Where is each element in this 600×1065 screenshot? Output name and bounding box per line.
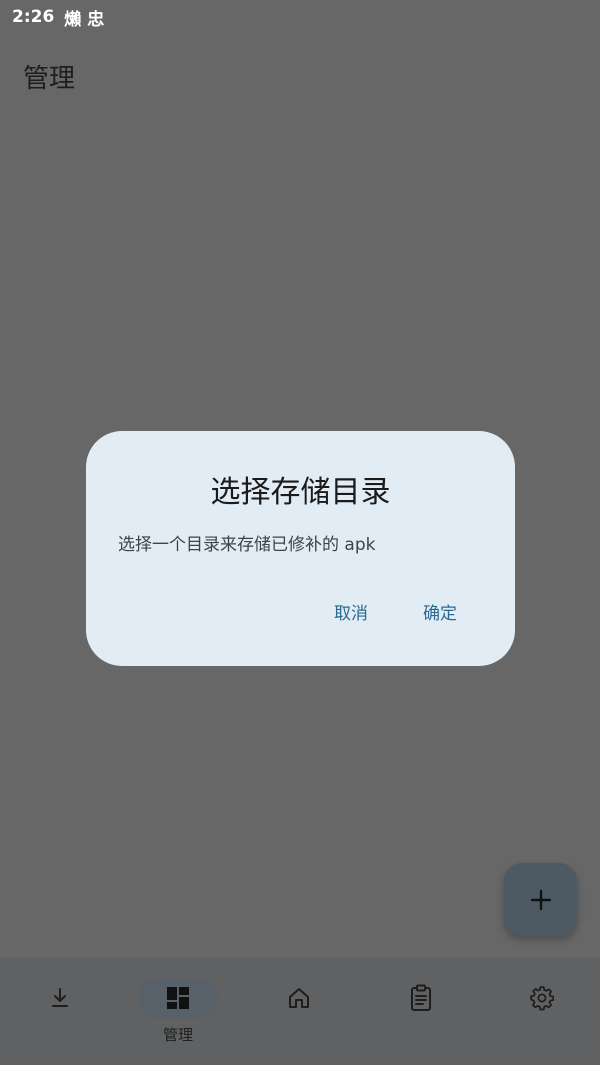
add-fab-button[interactable]	[504, 863, 577, 936]
page-title: 管理	[23, 64, 76, 94]
settings-icon	[530, 986, 555, 1011]
nav-icon-container	[259, 978, 339, 1018]
status-icon-1: 㸊	[64, 9, 82, 30]
cancel-button[interactable]: 取消	[334, 599, 368, 624]
select-storage-dialog: 选择存储目录 选择一个目录来存储已修补的 apk 取消 确定	[86, 431, 515, 666]
nav-item-home[interactable]	[239, 958, 359, 1065]
dialog-title: 选择存储目录	[210, 475, 391, 510]
download-icon	[52, 988, 68, 1007]
dialog-message: 选择一个目录来存储已修补的 apk	[118, 535, 376, 555]
bottom-navigation: 管理	[0, 958, 600, 1065]
status-icon-2: 忠	[87, 9, 105, 30]
nav-icon-container	[381, 978, 461, 1018]
nav-item-clipboard[interactable]	[361, 958, 481, 1065]
clipboard-icon	[411, 984, 431, 1011]
home-icon	[289, 988, 309, 1008]
status-bar: 2:26 㸊 忠	[0, 0, 600, 34]
grid-icon	[167, 987, 189, 1009]
nav-icon-container	[502, 978, 582, 1018]
nav-icon-container	[138, 978, 218, 1018]
nav-item-settings[interactable]	[482, 958, 600, 1065]
nav-label-manage: 管理	[162, 1026, 193, 1044]
add-icon	[530, 889, 551, 910]
nav-icon-container	[20, 978, 100, 1018]
nav-item-download[interactable]	[0, 958, 120, 1065]
status-time: 2:26	[12, 7, 55, 27]
confirm-button[interactable]: 确定	[423, 599, 457, 624]
nav-item-manage[interactable]: 管理	[118, 958, 238, 1065]
